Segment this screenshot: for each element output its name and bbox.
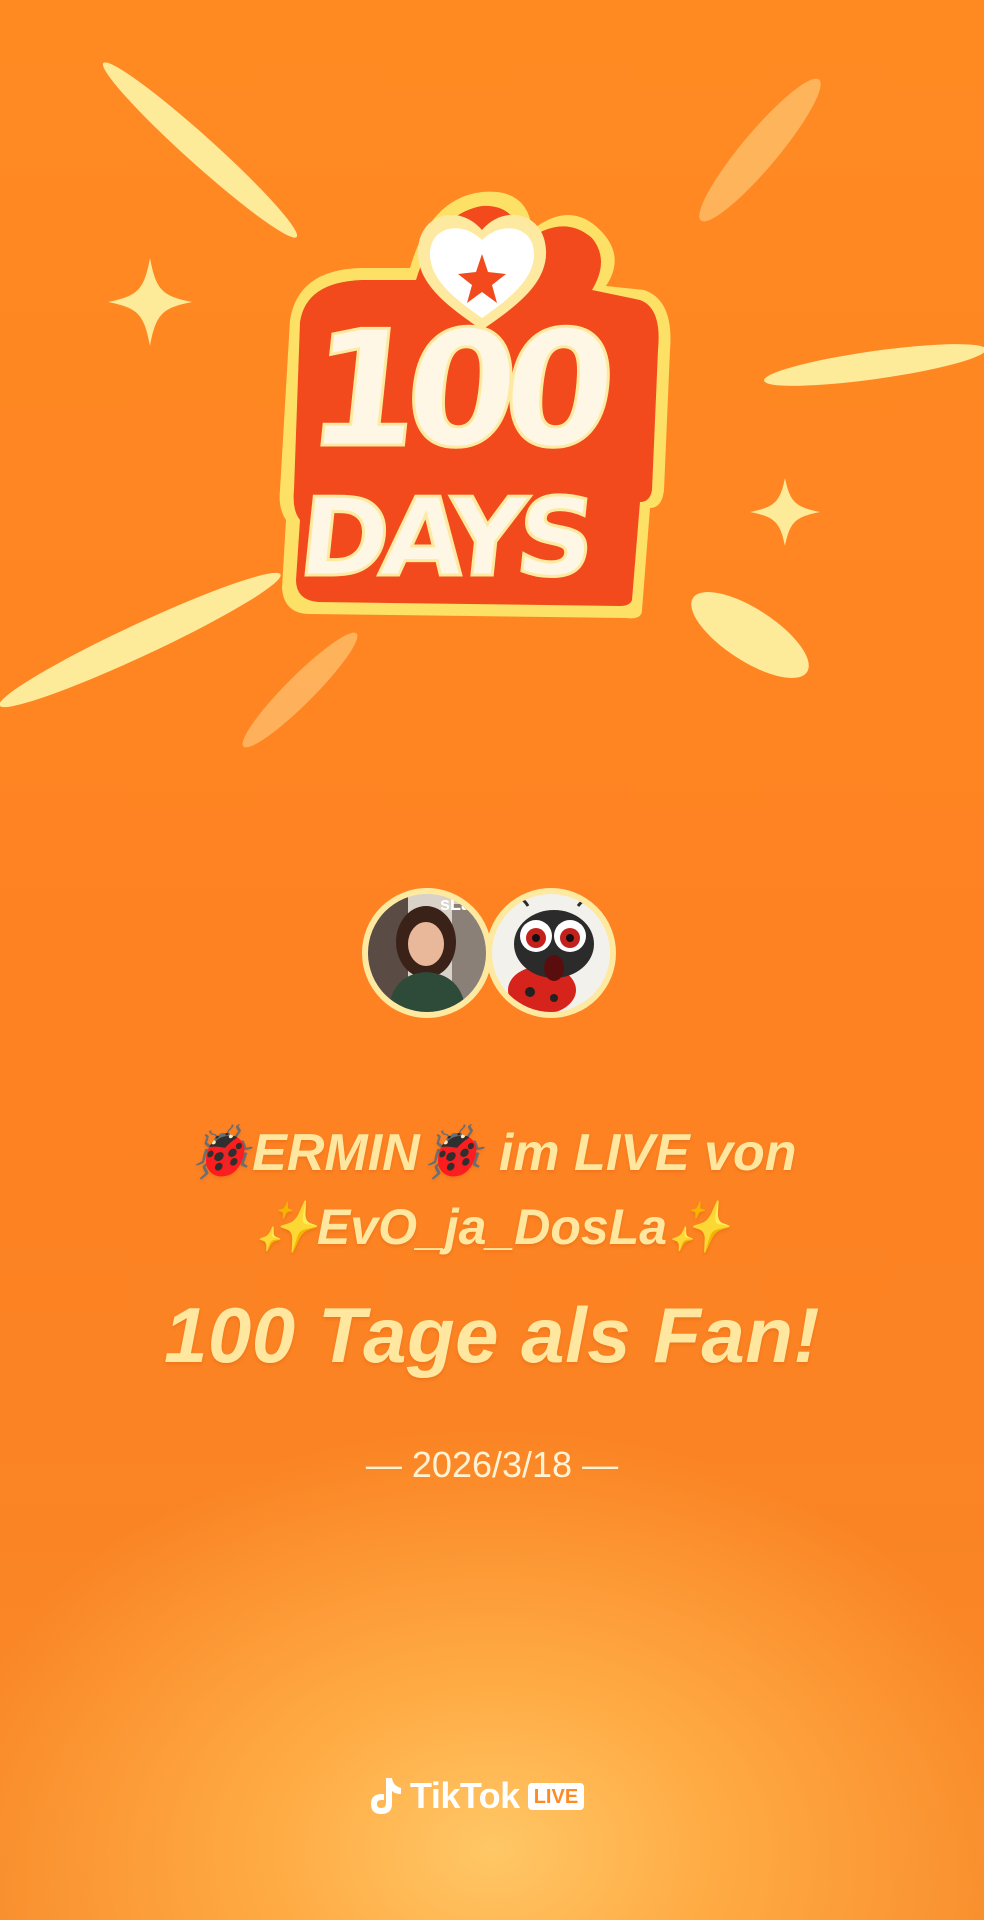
100-days-badge: 100 DAYS: [279, 191, 671, 619]
avatar-overlay-text: sLa: [440, 894, 472, 914]
badge-number: 100: [299, 296, 617, 482]
streamer-avatar[interactable]: sLa: [362, 888, 492, 1018]
fan-avatar[interactable]: [486, 888, 616, 1018]
badge-word: DAYS: [293, 474, 594, 601]
live-tag: LIVE: [527, 1782, 585, 1810]
fan-name-line: 🐞ERMIN🐞 im LIVE von: [187, 1124, 797, 1182]
streamer-name-line: ✨EvO_ja_DosLa✨: [254, 1199, 730, 1255]
milestone-date: — 2026/3/18 —: [365, 1444, 619, 1485]
tiktok-live-logo: TikTok LIVE: [368, 1768, 585, 1824]
fan-milestone-card: 100 DAYS sLa 🐞ERMIN🐞 im LIVE von ✨EvO_ja…: [0, 0, 984, 1920]
brand-name: TikTok: [410, 1775, 520, 1816]
avatar-pair: sLa: [362, 888, 622, 1026]
tiktok-note-icon: [371, 1778, 401, 1814]
milestone-headline: 100 Tage als Fan!: [164, 1291, 820, 1379]
